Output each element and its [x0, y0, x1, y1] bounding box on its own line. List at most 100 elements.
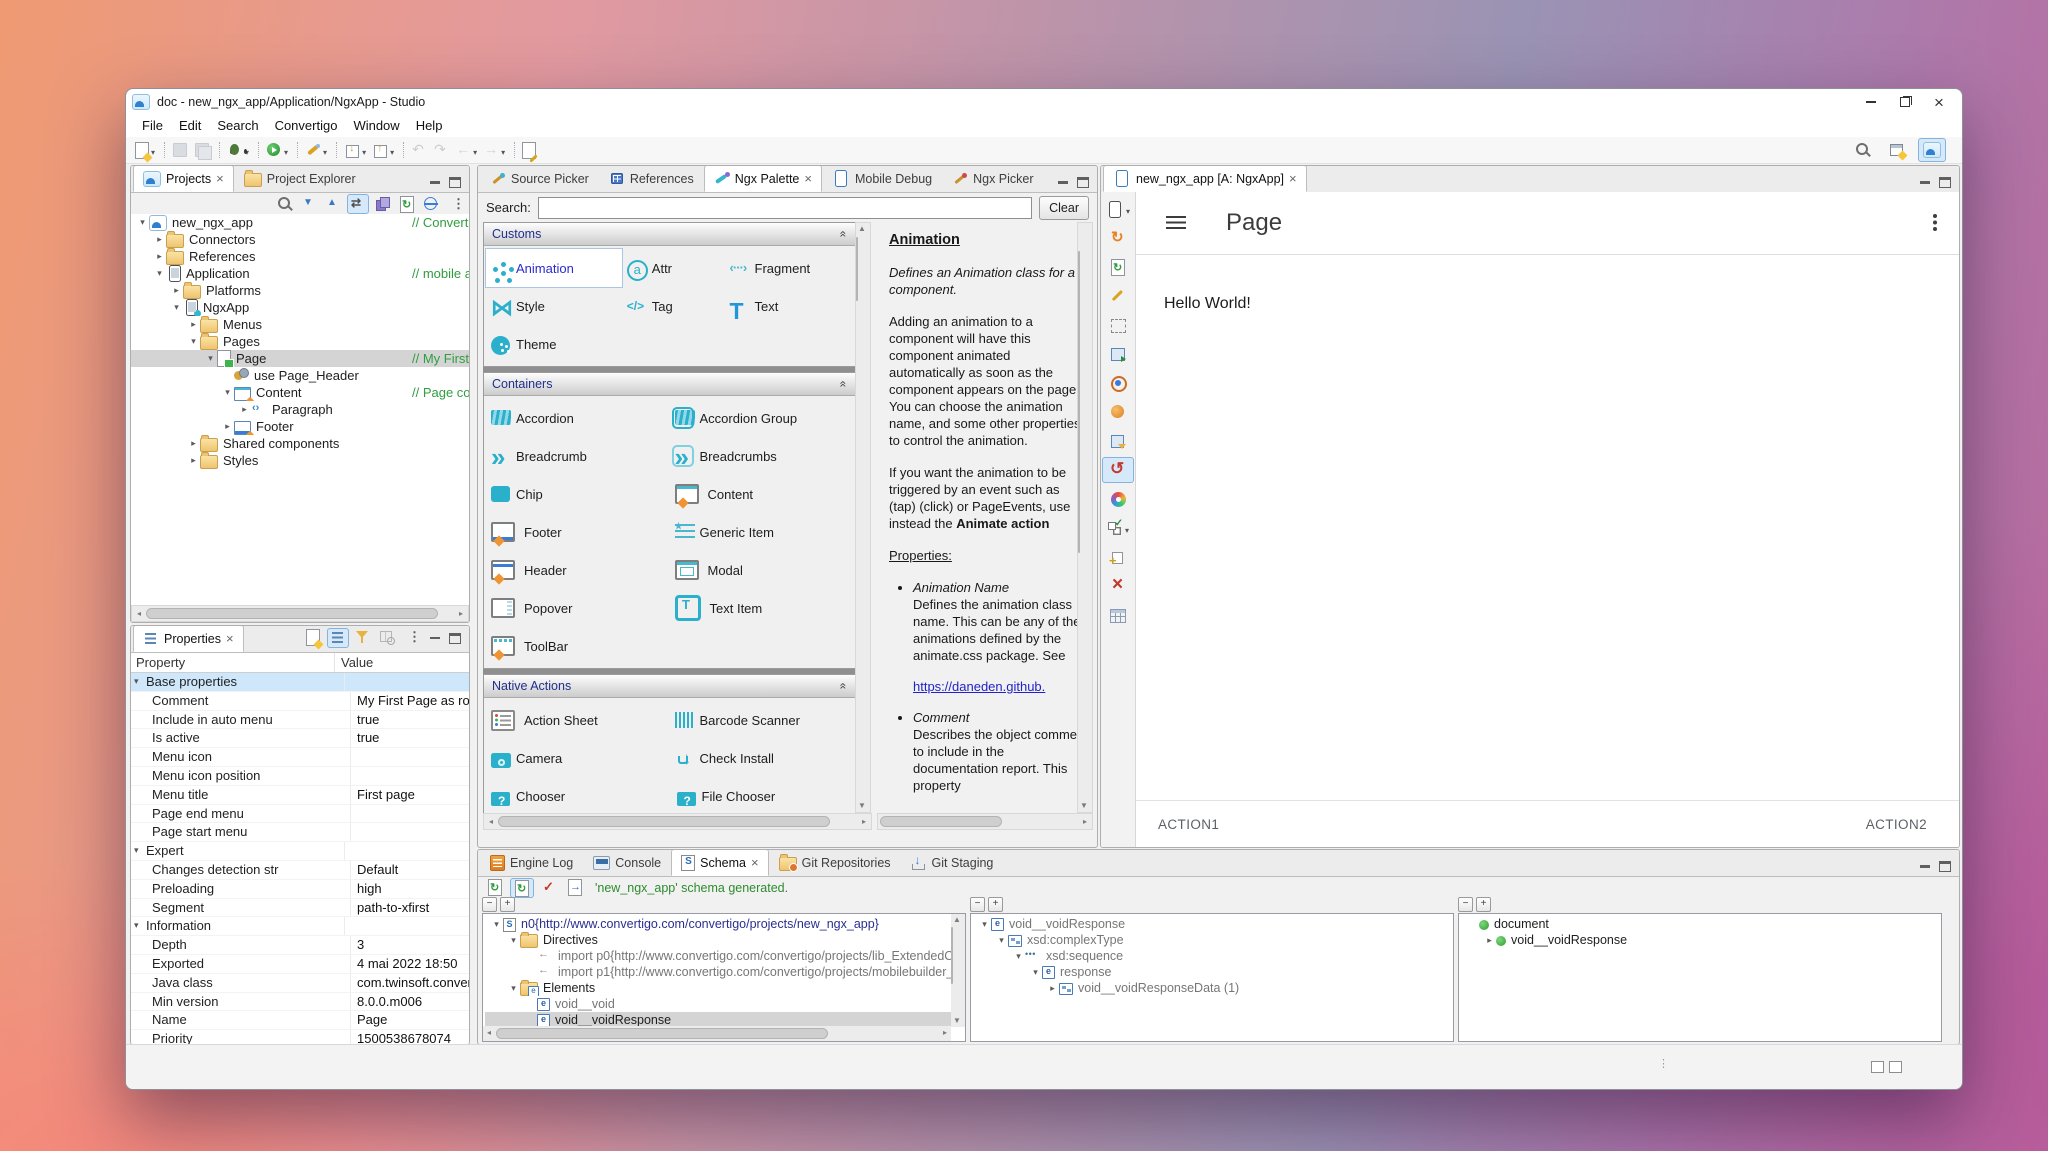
toolbar-button[interactable] [291, 139, 330, 161]
property-row[interactable]: Base properties [131, 673, 469, 692]
tree-item[interactable]: Styles [131, 452, 469, 469]
property-row[interactable]: Name Page [131, 1011, 469, 1030]
convertigo-perspective-button[interactable] [1918, 138, 1946, 162]
tree-item[interactable]: Footer [131, 418, 469, 435]
expand-all-icon[interactable] [500, 897, 515, 912]
hamburger-menu-icon[interactable] [1166, 216, 1186, 230]
palette-item[interactable]: Tag [622, 287, 725, 325]
toolbar-button[interactable] [508, 139, 539, 161]
animate-css-link[interactable]: https://daneden.github. [913, 678, 1088, 695]
close-tab-icon[interactable] [804, 171, 812, 186]
palette-item[interactable]: Accordion [486, 399, 670, 437]
toolbar-button[interactable] [397, 139, 430, 161]
palette-item[interactable]: Text [725, 287, 853, 325]
expander-icon[interactable] [1046, 983, 1059, 994]
palette-item[interactable]: Barcode Scanner [670, 701, 854, 739]
property-value[interactable]: Page [350, 1011, 469, 1029]
property-row[interactable]: Changes detection str Default [131, 861, 469, 880]
view-toolbar-button[interactable] [299, 195, 319, 213]
description-vertical-scrollbar[interactable]: ▼ [1077, 222, 1093, 813]
tree-item[interactable]: void__voidResponse [973, 916, 1451, 932]
tree-item[interactable]: Connectors [131, 231, 469, 248]
palette-section-header[interactable]: Containers [484, 373, 855, 396]
property-row[interactable]: Include in auto menu true [131, 711, 469, 730]
collapse-all-icon[interactable] [1458, 897, 1473, 912]
tree-item[interactable]: Page // My First Page as root pag [131, 350, 469, 367]
editor-tool-button[interactable] [1102, 312, 1134, 338]
property-value[interactable]: My First Page as root page [350, 692, 469, 710]
property-row[interactable]: Preloading high [131, 880, 469, 899]
tree-item[interactable]: NgxApp [131, 299, 469, 316]
expander-icon[interactable] [995, 935, 1008, 946]
property-value[interactable] [350, 748, 469, 766]
property-value[interactable]: First page [350, 786, 469, 804]
editor-tool-button[interactable] [1102, 341, 1134, 367]
palette-item[interactable]: Popover [486, 589, 670, 627]
tab[interactable]: Git Repositories [769, 849, 901, 876]
menu-item[interactable]: Window [345, 115, 407, 137]
view-toolbar-button[interactable] [421, 195, 441, 213]
tree-item[interactable]: import p1{http://www.convertigo.com/conv… [485, 964, 951, 980]
expander-icon[interactable] [187, 438, 200, 449]
horizontal-scrollbar[interactable]: ◂▸ [131, 605, 469, 622]
close-tab-icon[interactable] [216, 171, 224, 186]
view-toolbar-button[interactable] [445, 195, 465, 213]
editor-tool-button[interactable] [1102, 399, 1134, 425]
tree-item[interactable]: n0{http://www.convertigo.com/convertigo/… [485, 916, 951, 932]
toolbar-button[interactable] [252, 139, 291, 161]
tree-item[interactable]: void__voidResponse [1461, 932, 1939, 948]
action1-button[interactable]: ACTION1 [1158, 817, 1219, 832]
kebab-menu-icon[interactable] [1933, 214, 1937, 232]
schema-toolbar-button[interactable] [538, 878, 560, 896]
property-row[interactable]: Page start menu [131, 823, 469, 842]
tab[interactable]: Console [583, 849, 671, 876]
property-value[interactable]: path-to-xfirst [350, 899, 469, 917]
property-row[interactable]: Min version 8.0.0.m006 [131, 993, 469, 1012]
tree-item[interactable]: void__void [485, 996, 951, 1012]
view-toolbar-button[interactable] [401, 628, 421, 646]
toolbar-button[interactable] [213, 139, 252, 161]
schema-toolbar-button[interactable] [510, 878, 534, 898]
schema-toolbar-button[interactable] [484, 878, 506, 896]
tab[interactable]: Git Staging [901, 849, 1004, 876]
toolbar-button[interactable] [480, 139, 508, 161]
clear-button[interactable]: Clear [1039, 196, 1089, 220]
editor-tool-button[interactable] [1102, 457, 1134, 483]
expander-icon[interactable] [507, 935, 520, 946]
tree-item[interactable]: import p0{http://www.convertigo.com/conv… [485, 948, 951, 964]
close-button[interactable] [1922, 91, 1956, 113]
editor-tool-button[interactable] [1102, 254, 1134, 280]
tree-item[interactable]: new_ngx_app // Convertigo Builder [131, 214, 469, 231]
tree-item[interactable]: Directives [485, 932, 951, 948]
restore-button[interactable] [1888, 91, 1922, 113]
palette-section-header[interactable]: Customs [484, 223, 855, 246]
property-value[interactable]: 4 mai 2022 18:50 [350, 955, 469, 973]
expander-icon[interactable] [978, 919, 991, 930]
property-row[interactable]: Expert [131, 842, 469, 861]
expand-all-icon[interactable] [1476, 897, 1491, 912]
value-column-header[interactable]: Value [335, 653, 469, 672]
property-row[interactable]: Page end menu [131, 805, 469, 824]
expander-icon[interactable] [204, 353, 217, 364]
property-value[interactable]: 3 [350, 936, 469, 954]
property-row[interactable]: Menu icon position [131, 767, 469, 786]
editor-tool-button[interactable] [1102, 515, 1134, 541]
dropdown-arrow-icon[interactable] [282, 143, 288, 158]
property-row[interactable]: Segment path-to-xfirst [131, 899, 469, 918]
property-value[interactable] [350, 823, 469, 841]
expander-icon[interactable] [238, 404, 251, 415]
view-toolbar-button[interactable] [323, 195, 343, 213]
property-value[interactable] [344, 673, 469, 691]
expander-icon[interactable] [1029, 967, 1042, 978]
close-tab-icon[interactable] [751, 855, 759, 870]
menu-item[interactable]: Edit [171, 115, 209, 137]
tree-item[interactable]: Platforms [131, 282, 469, 299]
property-value[interactable] [350, 767, 469, 785]
editor-tool-button[interactable] [1102, 544, 1134, 570]
palette-item[interactable]: Fragment [725, 249, 853, 287]
maximize-view-icon[interactable] [449, 633, 461, 644]
expander-icon[interactable] [170, 285, 183, 296]
tree-item[interactable]: void__voidResponse [485, 1012, 951, 1027]
toolbar-button[interactable] [132, 139, 158, 161]
tab[interactable]: Projects [133, 165, 234, 192]
